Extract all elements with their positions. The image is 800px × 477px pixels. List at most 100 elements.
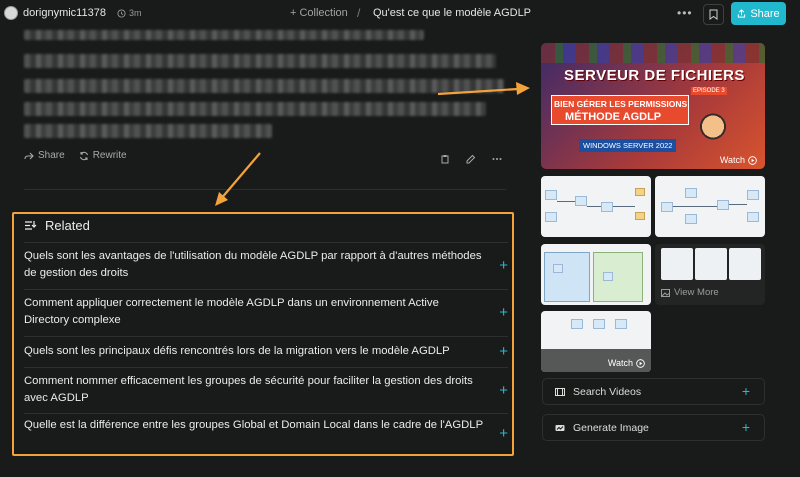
related-title: Related <box>45 218 90 233</box>
plus-icon[interactable]: + <box>499 425 508 442</box>
view-more-preview <box>661 248 693 280</box>
plus-icon[interactable]: + <box>499 382 508 399</box>
blurred-line <box>24 124 272 138</box>
video-title: SERVEUR DE FICHIERS <box>564 67 745 84</box>
annotation-arrow-down <box>215 152 261 206</box>
diagram-node <box>747 190 759 200</box>
os-badge: WINDOWS SERVER 2022 <box>579 139 677 152</box>
diagram-zone <box>544 252 590 302</box>
view-more-text: View More <box>674 287 719 298</box>
related-item-text: Comment nommer efficacement les groupes … <box>24 375 473 404</box>
blurred-line <box>24 54 496 68</box>
timestamp: 3m <box>117 8 142 18</box>
username: dorignymic11378 <box>23 7 106 19</box>
diagram-folder <box>635 188 645 196</box>
more-actions-icon[interactable] <box>492 151 502 161</box>
diagram-node <box>545 212 557 222</box>
diagram-link <box>557 201 575 202</box>
diagram-node <box>717 200 729 210</box>
diagram-node <box>575 196 587 206</box>
plus-icon[interactable]: + <box>742 383 750 399</box>
video-thumbnail-2[interactable]: Watch <box>541 311 651 372</box>
diagram-node <box>553 264 563 273</box>
blurred-line <box>24 79 504 93</box>
related-list-icon <box>25 221 37 230</box>
related-item[interactable]: Quels sont les principaux défis rencontr… <box>24 336 508 367</box>
watch-label-2: Watch <box>607 358 633 368</box>
share-icon <box>738 9 746 18</box>
related-section: Related Quels sont les avantages de l'ut… <box>12 212 514 456</box>
answer-actions: Share Rewrite <box>24 150 127 161</box>
episode-badge: EPISODE 3 <box>691 87 727 95</box>
related-item-text: Comment appliquer correctement le modèle… <box>24 297 439 326</box>
video-subtitle-2: MÉTHODE AGDLP <box>565 111 662 123</box>
view-more-label-wrap: View More <box>661 287 719 298</box>
avatar[interactable] <box>4 6 18 20</box>
plus-icon[interactable]: + <box>499 343 508 360</box>
diagram-zone <box>593 252 643 302</box>
copy-icon[interactable] <box>440 151 450 164</box>
related-item-text: Quels sont les principaux défis rencontr… <box>24 345 450 357</box>
related-item[interactable]: Comment appliquer correctement le modèle… <box>24 289 508 336</box>
diagram-node <box>601 202 613 212</box>
answer-tool-icons <box>440 151 502 164</box>
user-info[interactable]: dorignymic11378 3m <box>4 6 141 20</box>
diagram-node <box>685 188 697 198</box>
plus-icon[interactable]: + <box>499 257 508 274</box>
diagram-node <box>545 190 557 200</box>
related-item-text: Quelle est la différence entre les group… <box>24 419 484 431</box>
related-item-text: Quels sont les avantages de l'utilisatio… <box>24 250 482 279</box>
share-arrow-icon <box>24 152 34 159</box>
diagram-node <box>747 212 759 222</box>
time-text: 3m <box>128 8 142 18</box>
bookmark-button[interactable] <box>703 4 724 25</box>
diagram-folder <box>635 212 645 220</box>
related-heading: Related <box>24 218 90 233</box>
avatar-illustration <box>693 109 733 159</box>
image-thumbnail-3[interactable] <box>541 244 651 305</box>
play-icon <box>636 358 645 368</box>
image-icon <box>661 288 670 297</box>
rewrite-button[interactable]: Rewrite <box>79 150 127 161</box>
video-subtitle-1: BIEN GÉRER LES PERMISSIONS <box>554 99 688 109</box>
related-item[interactable]: Quels sont les avantages de l'utilisatio… <box>24 242 508 289</box>
view-more-button[interactable]: View More <box>655 244 765 305</box>
bookshelf-graphic <box>541 43 765 63</box>
watch-button-2[interactable]: Watch <box>608 358 645 368</box>
search-videos-label: Search Videos <box>573 385 642 398</box>
watch-label: Watch <box>719 155 745 165</box>
related-item[interactable]: Quelle est la différence entre les group… <box>24 413 508 454</box>
diagram-link <box>587 206 601 207</box>
diagram-node <box>603 272 613 281</box>
film-icon <box>555 387 565 396</box>
image-thumbnail-1[interactable] <box>541 176 651 237</box>
diagram-node <box>571 319 583 329</box>
generate-image-label: Generate Image <box>573 421 649 434</box>
share-answer-button[interactable]: Share <box>24 150 65 161</box>
search-videos-button[interactable]: Search Videos + <box>542 378 765 405</box>
annotation-arrow-right <box>437 82 530 96</box>
diagram-link <box>673 206 717 207</box>
watch-button[interactable]: Watch <box>720 155 757 165</box>
breadcrumb-separator: / <box>357 6 361 20</box>
share-button[interactable]: Share <box>731 2 786 25</box>
diagram-node <box>615 319 627 329</box>
collection-button[interactable]: + Collection <box>290 7 348 19</box>
rewrite-icon <box>79 151 88 160</box>
video-thumbnail[interactable]: SERVEUR DE FICHIERS BIEN GÉRER LES PERMI… <box>541 43 765 169</box>
plus-icon[interactable]: + <box>742 419 750 435</box>
diagram-node <box>685 214 697 224</box>
image-thumbnail-2[interactable] <box>655 176 765 237</box>
bookmark-icon <box>709 9 718 20</box>
more-options-icon[interactable]: ••• <box>677 6 693 20</box>
blurred-line <box>24 30 424 40</box>
related-item[interactable]: Comment nommer efficacement les groupes … <box>24 367 508 413</box>
share-label: Share <box>750 7 780 20</box>
generate-image-button[interactable]: Generate Image + <box>542 414 765 441</box>
diagram-node <box>661 202 673 212</box>
view-more-preview <box>729 248 761 280</box>
page-title: Qu'est ce que le modèle AGDLP <box>373 7 532 19</box>
plus-icon[interactable]: + <box>499 304 508 321</box>
edit-icon[interactable] <box>466 151 476 164</box>
rewrite-label: Rewrite <box>92 150 127 161</box>
